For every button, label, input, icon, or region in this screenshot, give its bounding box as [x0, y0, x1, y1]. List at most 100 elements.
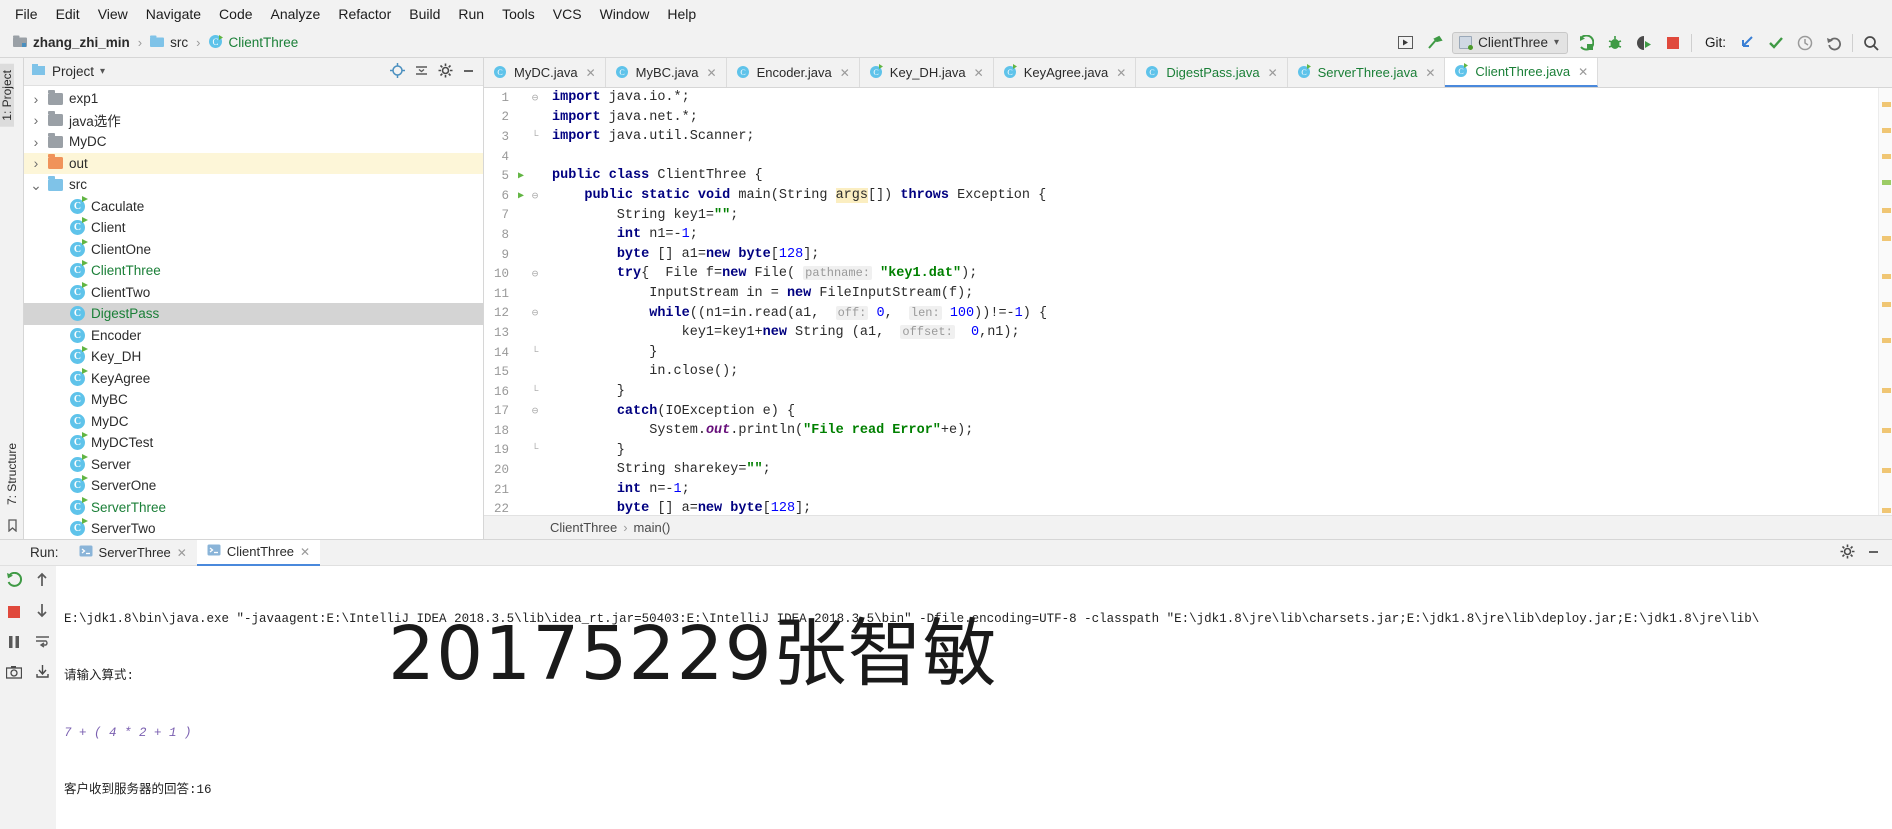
gutter-row[interactable]: 5 ▶	[484, 166, 550, 186]
gutter-row[interactable]: 6 ▶ ⊖	[484, 186, 550, 206]
gutter-row[interactable]: 12 ⊖	[484, 304, 550, 324]
down-arrow-icon[interactable]	[35, 603, 49, 621]
breadcrumb-item-ClientThree[interactable]: C ClientThree	[203, 32, 303, 54]
editor-gutter[interactable]: 1 ⊖ 2 3 └ 4 5 ▶ 6 ▶ ⊖ 7 8 9 10 ⊖ 11 12 ⊖ 13 14 └ 15 16 └ 17 ⊖ 18 19 └…	[484, 88, 550, 516]
code-line[interactable]: import java.io.*;	[552, 88, 1878, 108]
gutter-row[interactable]: 2	[484, 108, 550, 128]
tree-class-ServerThree[interactable]: C ServerThree	[24, 496, 483, 519]
soft-wrap-icon[interactable]	[35, 634, 50, 651]
tree-class-Key_DH[interactable]: C Key_DH	[24, 346, 483, 368]
tree-folder-src[interactable]: ⌄ src	[24, 174, 483, 196]
menu-item-code[interactable]: Code	[210, 3, 261, 25]
gutter-row[interactable]: 4	[484, 147, 550, 167]
editor-tab-ServerThree[interactable]: C ServerThree.java ✕	[1287, 58, 1446, 87]
favorites-icon[interactable]	[6, 519, 19, 535]
code-line[interactable]: byte [] a1=new byte[128];	[552, 245, 1878, 265]
close-icon[interactable]: ✕	[1268, 66, 1278, 80]
hide-icon[interactable]	[462, 64, 475, 80]
settings-gear-icon[interactable]	[438, 63, 453, 81]
collapse-all-icon[interactable]	[414, 64, 429, 80]
export-icon[interactable]	[35, 664, 50, 682]
gutter-row[interactable]: 18	[484, 421, 550, 441]
fold-marker-icon[interactable]: └	[528, 347, 542, 359]
menu-item-edit[interactable]: Edit	[47, 3, 89, 25]
project-tree[interactable]: › exp1 › java选作 › MyDC › out ⌄ src C Caculate C Clien…	[24, 86, 483, 539]
gutter-row[interactable]: 21	[484, 480, 550, 500]
run-tab-ServerThree[interactable]: ServerThree ✕	[69, 540, 197, 566]
rerun-icon[interactable]	[6, 571, 23, 592]
editor-breadcrumb[interactable]: ClientThree › main()	[484, 515, 1892, 539]
git-rollback-icon[interactable]	[1823, 32, 1845, 54]
gutter-row[interactable]: 16 └	[484, 382, 550, 402]
close-icon[interactable]: ✕	[300, 545, 310, 559]
code-line[interactable]: String key1="";	[552, 206, 1878, 226]
tree-folder-java选作[interactable]: › java选作	[24, 110, 483, 132]
run-gutter-icon[interactable]: ▶	[514, 170, 528, 182]
gutter-row[interactable]: 20	[484, 460, 550, 480]
code-line[interactable]: String sharekey="";	[552, 460, 1878, 480]
tree-folder-out[interactable]: › out	[24, 152, 483, 174]
tree-folder-exp1[interactable]: › exp1	[24, 88, 483, 110]
close-icon[interactable]: ✕	[1116, 66, 1126, 80]
tree-class-MyBC[interactable]: C MyBC	[24, 389, 483, 411]
stop-icon[interactable]	[1662, 32, 1684, 54]
editor-tab-MyDC[interactable]: C MyDC.java ✕	[484, 58, 606, 87]
editor-breadcrumb-item[interactable]: main()	[634, 520, 671, 535]
locate-icon[interactable]	[390, 62, 405, 81]
tree-folder-MyDC[interactable]: › MyDC	[24, 131, 483, 153]
code-line[interactable]: in.close();	[552, 362, 1878, 382]
menu-item-file[interactable]: File	[6, 3, 47, 25]
menu-item-build[interactable]: Build	[400, 3, 449, 25]
settings-gear-icon[interactable]	[1840, 544, 1855, 562]
tree-class-ClientThree[interactable]: C ClientThree	[24, 260, 483, 282]
editor-tab-DigestPass[interactable]: C DigestPass.java ✕	[1136, 58, 1288, 87]
git-history-icon[interactable]	[1794, 32, 1816, 54]
code-line[interactable]: }	[552, 441, 1878, 461]
gutter-row[interactable]: 11	[484, 284, 550, 304]
pause-icon[interactable]	[7, 635, 21, 652]
menu-item-tools[interactable]: Tools	[493, 3, 544, 25]
tree-class-ServerTwo[interactable]: C ServerTwo	[24, 518, 483, 539]
sidebar-item-project[interactable]: 1: Project	[0, 64, 14, 127]
code-line[interactable]: public static void main(String args[]) t…	[552, 186, 1878, 206]
code-line[interactable]: import java.util.Scanner;	[552, 127, 1878, 147]
editor-tab-KeyAgree[interactable]: C KeyAgree.java ✕	[993, 58, 1137, 87]
close-icon[interactable]: ✕	[974, 66, 984, 80]
gutter-row[interactable]: 13	[484, 323, 550, 343]
menu-item-run[interactable]: Run	[449, 3, 493, 25]
tree-class-ServerOne[interactable]: C ServerOne	[24, 475, 483, 497]
editor-tab-MyBC[interactable]: C MyBC.java ✕	[605, 58, 727, 87]
tree-class-Client[interactable]: C Client	[24, 217, 483, 239]
menu-item-navigate[interactable]: Navigate	[137, 3, 210, 25]
git-commit-icon[interactable]	[1765, 32, 1787, 54]
run-with-coverage-icon[interactable]	[1633, 32, 1655, 54]
tree-class-Server[interactable]: C Server	[24, 453, 483, 476]
code-line[interactable]: byte [] a=new byte[128];	[552, 499, 1878, 515]
close-icon[interactable]: ✕	[177, 546, 187, 560]
close-icon[interactable]: ✕	[1578, 65, 1588, 79]
hide-icon[interactable]	[1867, 545, 1880, 561]
fold-marker-icon[interactable]: ⊖	[528, 404, 542, 418]
tree-class-Caculate[interactable]: C Caculate	[24, 195, 483, 218]
run-tab-ClientThree[interactable]: ClientThree ✕	[196, 539, 321, 566]
code-editor[interactable]: 1 ⊖ 2 3 └ 4 5 ▶ 6 ▶ ⊖ 7 8 9 10 ⊖ 11 12 ⊖ 13 14 └ 15 16 └ 17 ⊖ 18 19 └…	[484, 88, 1892, 516]
close-icon[interactable]: ✕	[707, 66, 717, 80]
close-icon[interactable]: ✕	[586, 66, 596, 80]
code-line[interactable]: }	[552, 382, 1878, 402]
editor-tab-ClientThree[interactable]: C ClientThree.java ✕	[1445, 58, 1599, 87]
menu-item-window[interactable]: Window	[591, 3, 659, 25]
gutter-row[interactable]: 9	[484, 245, 550, 265]
code-line[interactable]: key1=key1+new String (a1, offset: 0,n1);	[552, 323, 1878, 343]
chevron-down-icon[interactable]: ⌄	[30, 178, 42, 192]
chevron-down-icon[interactable]: ▾	[100, 66, 105, 77]
menu-item-view[interactable]: View	[89, 3, 137, 25]
code-line[interactable]: System.out.println("File read Error"+e);	[552, 421, 1878, 441]
fold-marker-icon[interactable]: ⊖	[528, 189, 542, 203]
console-output[interactable]: E:\jdk1.8\bin\java.exe "-javaagent:E:\In…	[56, 566, 1892, 829]
gutter-row[interactable]: 7	[484, 206, 550, 226]
gutter-row[interactable]: 8	[484, 225, 550, 245]
fold-marker-icon[interactable]: └	[528, 131, 542, 143]
code-line[interactable]: import java.net.*;	[552, 108, 1878, 128]
tree-class-ClientOne[interactable]: C ClientOne	[24, 238, 483, 261]
editor-tab-Encoder[interactable]: C Encoder.java ✕	[726, 58, 860, 87]
